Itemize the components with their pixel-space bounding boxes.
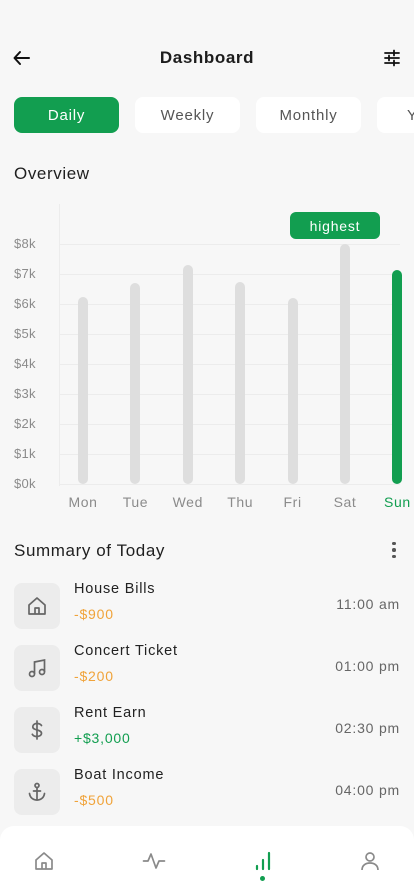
highest-badge: highest: [290, 212, 380, 239]
music-icon: [14, 645, 60, 691]
y-tick-label: $2k: [14, 416, 36, 431]
bar-mon[interactable]: [78, 296, 88, 484]
filter-button[interactable]: [378, 44, 406, 72]
nav-activity[interactable]: [141, 848, 167, 874]
item-time: 04:00 pm: [335, 782, 400, 798]
stats-icon: [255, 851, 271, 871]
tab-daily[interactable]: Daily: [14, 97, 119, 133]
item-amount: -$200: [74, 668, 114, 684]
x-tick-label: Thu: [227, 494, 254, 510]
y-tick-label: $4k: [14, 356, 36, 371]
more-dot: [392, 548, 396, 552]
nav-home[interactable]: [31, 848, 57, 874]
y-tick-label: $0k: [14, 476, 36, 491]
item-name: Rent Earn: [74, 705, 147, 721]
item-amount: +$3,000: [74, 730, 131, 746]
list-item-boat-income[interactable]: Boat Income -$500 04:00 pm: [14, 765, 400, 815]
bar-thu[interactable]: [235, 281, 246, 484]
overview-title: Overview: [14, 164, 90, 183]
nav-profile[interactable]: [357, 848, 383, 874]
x-tick-label: Sun: [384, 494, 411, 510]
y-tick-label: $1k: [14, 446, 36, 461]
y-tick-label: $8k: [14, 236, 36, 251]
item-name: Concert Ticket: [74, 643, 178, 659]
profile-icon: [361, 852, 379, 871]
bar-tue[interactable]: [130, 283, 141, 484]
activity-icon: [142, 853, 166, 869]
x-tick-label: Sat: [333, 494, 357, 510]
item-amount: -$500: [74, 792, 114, 808]
bar-wed[interactable]: [182, 265, 193, 484]
period-tabs: Daily Weekly Monthly Yearly: [14, 97, 414, 133]
x-tick-label: Tue: [122, 494, 149, 510]
item-amount: -$900: [74, 606, 114, 622]
grid-line: [60, 484, 400, 485]
list-item-house-bills[interactable]: House Bills -$900 11:00 am: [14, 579, 400, 629]
nav-stats[interactable]: [250, 848, 276, 874]
active-indicator: [260, 876, 265, 881]
list-item-rent-earn[interactable]: Rent Earn +$3,000 02:30 pm: [14, 703, 400, 753]
more-dot: [392, 541, 396, 546]
grid-line: [60, 244, 400, 245]
bar-fri[interactable]: [287, 298, 298, 484]
tab-monthly[interactable]: Monthly: [256, 97, 361, 133]
home-icon: [35, 852, 53, 870]
y-tick-label: $3k: [14, 386, 36, 401]
sliders-icon: [384, 49, 400, 67]
bottom-nav: [0, 826, 414, 896]
home-icon: [14, 583, 60, 629]
chart-axis: [59, 204, 60, 486]
dollar-icon: [14, 707, 60, 753]
x-tick-label: Fri: [283, 494, 302, 510]
overview-chart: highest $0k $1k $2k $3k $4k $5k $6k $7k $8k Mon Tu…: [0, 196, 414, 516]
list-item-concert-ticket[interactable]: Concert Ticket -$200 01:00 pm: [14, 641, 400, 691]
more-dot: [392, 554, 396, 559]
item-time: 02:30 pm: [335, 720, 400, 736]
tab-yearly[interactable]: Yearly: [377, 97, 414, 133]
item-time: 11:00 am: [336, 596, 400, 612]
item-name: House Bills: [74, 581, 156, 597]
y-tick-label: $6k: [14, 296, 36, 311]
x-tick-label: Mon: [68, 494, 98, 510]
bar-sun[interactable]: [392, 269, 403, 484]
x-tick-label: Wed: [172, 494, 203, 510]
y-tick-label: $7k: [14, 266, 36, 281]
item-name: Boat Income: [74, 767, 165, 783]
anchor-icon: [14, 769, 60, 815]
more-options-button[interactable]: [384, 540, 404, 560]
item-time: 01:00 pm: [335, 658, 400, 674]
app-header: Dashboard: [0, 40, 414, 76]
y-tick-label: $5k: [14, 326, 36, 341]
bar-sat[interactable]: [340, 244, 350, 484]
summary-title: Summary of Today: [14, 541, 166, 560]
page-title: Dashboard: [159, 48, 255, 67]
tab-weekly[interactable]: Weekly: [135, 97, 240, 133]
